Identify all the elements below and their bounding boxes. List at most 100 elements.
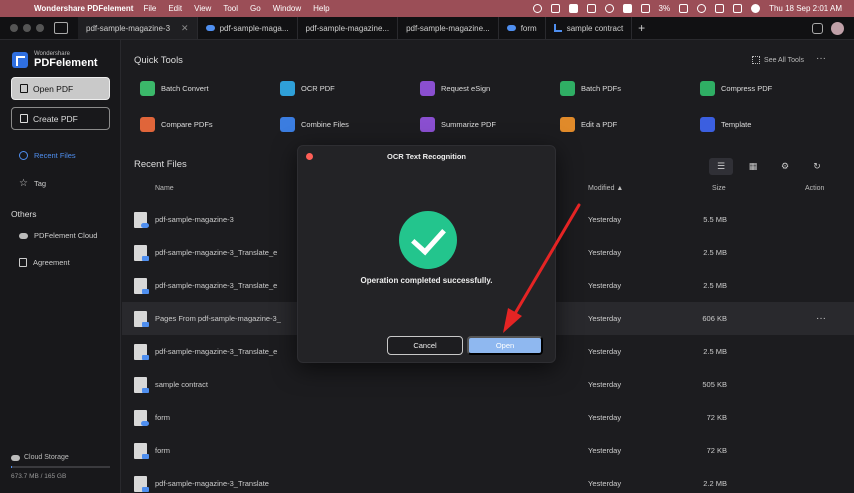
storage-size: 673.7 MB / 165 GB	[11, 473, 67, 480]
close-icon[interactable]: ✕	[181, 23, 189, 34]
menu-help[interactable]: Help	[313, 4, 329, 13]
view-toggle-group: ☰ ▦ ⚙ ↻	[709, 158, 829, 175]
menu-view[interactable]: View	[194, 4, 211, 13]
quick-tool-ocr-pdf[interactable]: OCR PDF	[280, 80, 420, 97]
table-row[interactable]: form Yesterday 72 KB	[122, 434, 854, 467]
column-header-modified[interactable]: Modified ▲	[588, 185, 623, 192]
success-check-icon	[399, 211, 457, 269]
sidebar-item-label: Tag	[33, 179, 47, 188]
tab-document[interactable]: sample contract	[546, 17, 633, 39]
app-name-menu[interactable]: Wondershare PDFelement	[34, 4, 133, 13]
list-view-button[interactable]: ☰	[709, 158, 733, 175]
file-modified: Yesterday	[588, 479, 622, 488]
window-minimize-button[interactable]	[23, 24, 31, 32]
dialog-title: OCR Text Recognition	[386, 152, 467, 161]
file-name: pdf-sample-magazine-3	[155, 215, 234, 224]
file-modified: Yesterday	[588, 446, 622, 455]
tab-label: pdf-sample-magazine...	[305, 23, 390, 33]
tool-label: Edit a PDF	[581, 120, 618, 129]
quick-tool-combine-files[interactable]: Combine Files	[280, 116, 420, 133]
cloud-storage-link[interactable]: Cloud Storage	[11, 454, 69, 461]
sidebar-item-agreement[interactable]: Agreement	[19, 258, 70, 267]
cancel-button[interactable]: Cancel	[387, 336, 463, 355]
tab-label: pdf-sample-maga...	[219, 23, 289, 33]
file-size: 5.5 MB	[703, 215, 727, 224]
column-header-name[interactable]: Name	[155, 185, 174, 192]
quick-tool-compress-pdf[interactable]: Compress PDF	[700, 80, 840, 97]
quick-tool-edit-a-pdf[interactable]: Edit a PDF	[560, 116, 700, 133]
tab-document[interactable]: pdf-sample-maga...	[198, 17, 298, 39]
table-row[interactable]: form Yesterday 72 KB	[122, 401, 854, 434]
sidebar-heading-others: Others	[11, 209, 37, 219]
quick-tool-batch-convert[interactable]: Batch Convert	[140, 80, 280, 97]
tab-label: pdf-sample-magazine-3	[86, 23, 171, 33]
status-square-icon[interactable]	[550, 4, 560, 13]
window-zoom-button[interactable]	[36, 24, 44, 32]
tab-document[interactable]: form	[499, 17, 546, 39]
pdf-file-icon	[134, 310, 149, 327]
table-row[interactable]: pdf-sample-magazine-3_Translate Yesterday…	[122, 467, 854, 493]
more-options-icon[interactable]: ···	[816, 53, 826, 64]
pdf-file-icon	[134, 376, 149, 393]
sidebar-item-tag[interactable]: ☆ Tag	[19, 178, 46, 189]
siri-icon[interactable]	[751, 4, 761, 13]
home-icon[interactable]	[54, 22, 68, 34]
open-pdf-button[interactable]: Open PDF	[11, 77, 110, 100]
table-row[interactable]: sample contract Yesterday 505 KB	[122, 368, 854, 401]
pdf-file-icon	[134, 475, 149, 492]
row-more-icon[interactable]: ···	[816, 313, 826, 324]
column-header-size[interactable]: Size	[712, 185, 726, 192]
status-bluetooth-icon[interactable]	[640, 4, 650, 13]
window-close-button[interactable]	[10, 24, 18, 32]
tab-document[interactable]: pdf-sample-magazine...	[298, 17, 399, 39]
tool-label: Batch PDFs	[581, 84, 622, 93]
new-tab-button[interactable]: +	[638, 21, 645, 35]
quick-tool-template[interactable]: Template	[700, 116, 840, 133]
open-button[interactable]: Open	[467, 336, 543, 355]
file-modified: Yesterday	[588, 281, 622, 290]
filter-button[interactable]: ⚙	[773, 158, 797, 175]
tool-icon	[140, 81, 155, 96]
avatar[interactable]	[831, 21, 844, 35]
battery-percent: 3%	[658, 4, 671, 13]
battery-icon[interactable]	[679, 4, 689, 13]
search-icon[interactable]	[715, 4, 725, 13]
cloud-storage-label: Cloud Storage	[24, 454, 69, 461]
quick-tool-batch-pdfs[interactable]: Batch PDFs	[560, 80, 700, 97]
menu-window[interactable]: Window	[273, 4, 301, 13]
notification-icon[interactable]	[812, 22, 823, 34]
see-all-tools-button[interactable]: See All Tools	[752, 56, 804, 64]
menu-edit[interactable]: Edit	[168, 4, 182, 13]
recent-files-title: Recent Files	[134, 159, 187, 170]
quick-tool-compare-pdfs[interactable]: Compare PDFs	[140, 116, 280, 133]
column-header-action: Action	[805, 185, 825, 192]
status-t-icon[interactable]	[568, 4, 578, 13]
tool-label: Batch Convert	[161, 84, 209, 93]
tool-icon	[560, 81, 575, 96]
status-a-icon[interactable]	[622, 4, 632, 13]
status-clock-icon[interactable]	[604, 4, 614, 13]
pdf-file-icon	[134, 244, 149, 261]
tab-document[interactable]: pdf-sample-magazine...	[398, 17, 499, 39]
tab-document[interactable]: pdf-sample-magazine-3 ✕	[78, 17, 198, 39]
storage-progress-bar	[11, 466, 110, 468]
status-grid-icon[interactable]	[586, 4, 596, 13]
cloud-file-icon	[134, 409, 149, 426]
control-center-icon[interactable]	[733, 4, 743, 13]
menubar-datetime[interactable]: Thu 18 Sep 2:01 AM	[769, 4, 842, 13]
create-pdf-button[interactable]: Create PDF	[11, 107, 110, 130]
status-circle-icon[interactable]	[532, 4, 542, 13]
menu-go[interactable]: Go	[250, 4, 261, 13]
pdf-file-icon	[134, 277, 149, 294]
sidebar-item-recent-files[interactable]: Recent Files	[19, 151, 76, 160]
wifi-icon[interactable]	[697, 4, 707, 13]
sidebar-item-cloud[interactable]: PDFelement Cloud	[19, 231, 97, 240]
quick-tool-summarize-pdf[interactable]: Summarize PDF	[420, 116, 560, 133]
menu-tool[interactable]: Tool	[223, 4, 238, 13]
refresh-button[interactable]: ↻	[805, 158, 829, 175]
sidebar: Wondershare PDFelement Open PDF Create P…	[0, 40, 121, 493]
menu-file[interactable]: File	[143, 4, 156, 13]
grid-view-button[interactable]: ▦	[741, 158, 765, 175]
quick-tool-request-esign[interactable]: Request eSign	[420, 80, 560, 97]
tool-icon	[140, 117, 155, 132]
